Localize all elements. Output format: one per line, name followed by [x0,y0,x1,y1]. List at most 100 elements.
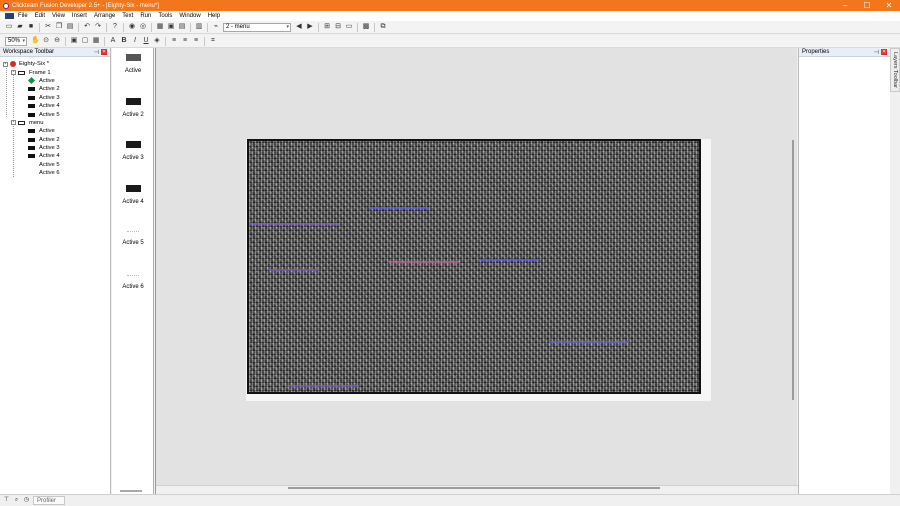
event-editor-icon[interactable]: ▤ [178,23,186,31]
collapse-icon[interactable]: - [11,120,16,126]
run-frame-icon[interactable]: ◎ [139,23,147,31]
tree-label: Active 5 [39,161,60,168]
object-bar-scrollbar[interactable] [120,490,142,492]
profiler-tab[interactable]: Profiler [33,496,66,505]
properties-icon[interactable]: ▩ [362,23,370,31]
show-grid-icon[interactable]: ▣ [70,37,78,45]
tree-item-object[interactable]: Active 4 [0,102,110,110]
menu-insert[interactable]: Insert [72,13,87,19]
minimize-button[interactable]: – [834,0,856,11]
tree-item-object[interactable]: Active 5 [0,110,110,118]
tree-item-application[interactable]: - Eighty-Six * [0,60,110,68]
underline-icon[interactable]: U [142,37,150,45]
pin-icon[interactable]: ⊣ [874,49,879,56]
editor-vertical-scrollbar[interactable] [792,140,794,400]
tree-item-frame[interactable]: - Frame 1 [0,68,110,76]
collapse-icon[interactable]: - [11,70,16,76]
layers-tab-label: Layers Toolbar [892,52,898,88]
save-icon[interactable]: ■ [27,23,35,31]
pin-icon[interactable]: ⊣ [94,49,99,56]
hand-icon[interactable]: ✋ [31,37,40,45]
tree-item-object[interactable]: Active 4 [0,152,110,160]
menu-text[interactable]: Text [122,13,133,19]
filter-icon[interactable]: ⊤ [3,497,10,504]
collapse-icon[interactable]: - [3,61,8,67]
undo-icon[interactable]: ↶ [83,23,91,31]
zoom-out-icon[interactable]: ⊖ [53,37,61,45]
run-application-icon[interactable]: ◉ [128,23,136,31]
extension-icon[interactable]: ⧉ [379,23,387,31]
object-bar-item[interactable]: Active 3 [112,141,154,161]
snap-icon[interactable]: ⊟ [334,23,342,31]
active-object-icon [28,163,35,167]
redo-icon[interactable]: ↷ [94,23,102,31]
align-center-icon[interactable]: ≡ [181,37,189,45]
next-frame-icon[interactable]: ▶ [306,23,314,31]
tree-item-object[interactable]: Active 3 [0,94,110,102]
menu-arrange[interactable]: Arrange [94,13,115,19]
tree-label: Active 2 [39,136,60,143]
clock-icon[interactable]: ◷ [23,497,30,504]
properties-title: Properties [802,49,830,55]
object-bar-item[interactable]: Active 5 [112,231,154,246]
frame-select[interactable]: 2 - menu ▾ [223,22,291,32]
align-left-icon[interactable]: ≡ [170,37,178,45]
open-icon[interactable]: ▰ [16,23,24,31]
document-window-icon[interactable] [5,13,14,19]
menu-file[interactable]: File [18,13,28,19]
grid-icon[interactable]: ⊞ [323,23,331,31]
new-icon[interactable]: ▭ [5,23,13,31]
active-object-icon [28,137,35,142]
menu-run[interactable]: Run [140,13,151,19]
tree-item-frame[interactable]: - menu [0,119,110,127]
event-list-icon[interactable]: ▥ [195,23,203,31]
object-bar-item[interactable]: Active 2 [112,98,154,118]
editor-horizontal-scrollbar[interactable] [288,487,660,489]
close-icon[interactable]: ✕ [881,49,887,55]
paste-icon[interactable]: ▤ [66,23,74,31]
text-font-icon[interactable]: A [109,37,117,45]
tree-label: Eighty-Six * [19,61,49,68]
menu-tools[interactable]: Tools [158,13,172,19]
object-bar-item[interactable]: Active [112,54,154,74]
tree-item-object[interactable]: Active 2 [0,136,110,144]
object-bar-item[interactable]: Active 4 [112,185,154,205]
text-color-icon[interactable]: ◈ [153,37,161,45]
object-bar-item[interactable]: Active 6 [112,275,154,290]
layers-toolbar-tab[interactable]: Layers Toolbar [890,48,900,92]
previous-frame-icon[interactable]: ◀ [295,23,303,31]
object-label: Active 6 [122,284,144,290]
zoom-select[interactable]: 50% ▾ [5,36,27,46]
menu-help[interactable]: Help [208,13,220,19]
show-frame-icon[interactable]: ▢ [81,37,89,45]
search-icon[interactable]: ⌕ [13,497,20,504]
tree-item-object[interactable]: Active 2 [0,85,110,93]
zoom-icon[interactable]: ⊙ [42,37,50,45]
align-objects-icon[interactable]: ⌗ [209,37,217,45]
storyboard-editor-icon[interactable]: ▦ [156,23,164,31]
tree-item-object[interactable]: Active [0,77,110,85]
menu-window[interactable]: Window [179,13,200,19]
tree-item-object[interactable]: Active 3 [0,144,110,152]
align-right-icon[interactable]: ≡ [192,37,200,45]
tree-item-object[interactable]: Active 5 [0,161,110,169]
menu-view[interactable]: View [52,13,65,19]
properties-header: Properties ⊣ ✕ [799,48,890,57]
noise-image-object[interactable] [247,139,701,394]
tree-item-object[interactable]: Active 6 [0,169,110,177]
show-objects-icon[interactable]: ▦ [92,37,100,45]
menu-edit[interactable]: Edit [35,13,45,19]
italic-icon[interactable]: I [131,37,139,45]
tree-item-object[interactable]: Active [0,127,110,135]
close-icon[interactable]: ✕ [101,49,107,55]
cut-icon[interactable]: ✂ [44,23,52,31]
layer-icon[interactable]: ▭ [345,23,353,31]
help-icon[interactable]: ? [111,23,119,31]
copy-icon[interactable]: ❐ [55,23,63,31]
bold-icon[interactable]: B [120,37,128,45]
standard-toolbar: ▭ ▰ ■ ✂ ❐ ▤ ↶ ↷ ? ◉ ◎ ▦ ▣ ▤ ▥ ⌁ 2 - menu… [0,21,900,34]
maximize-button[interactable]: ☐ [856,0,878,11]
frame-editor-icon[interactable]: ▣ [167,23,175,31]
link-icon[interactable]: ⌁ [212,23,220,31]
close-button[interactable]: ✕ [878,0,900,11]
